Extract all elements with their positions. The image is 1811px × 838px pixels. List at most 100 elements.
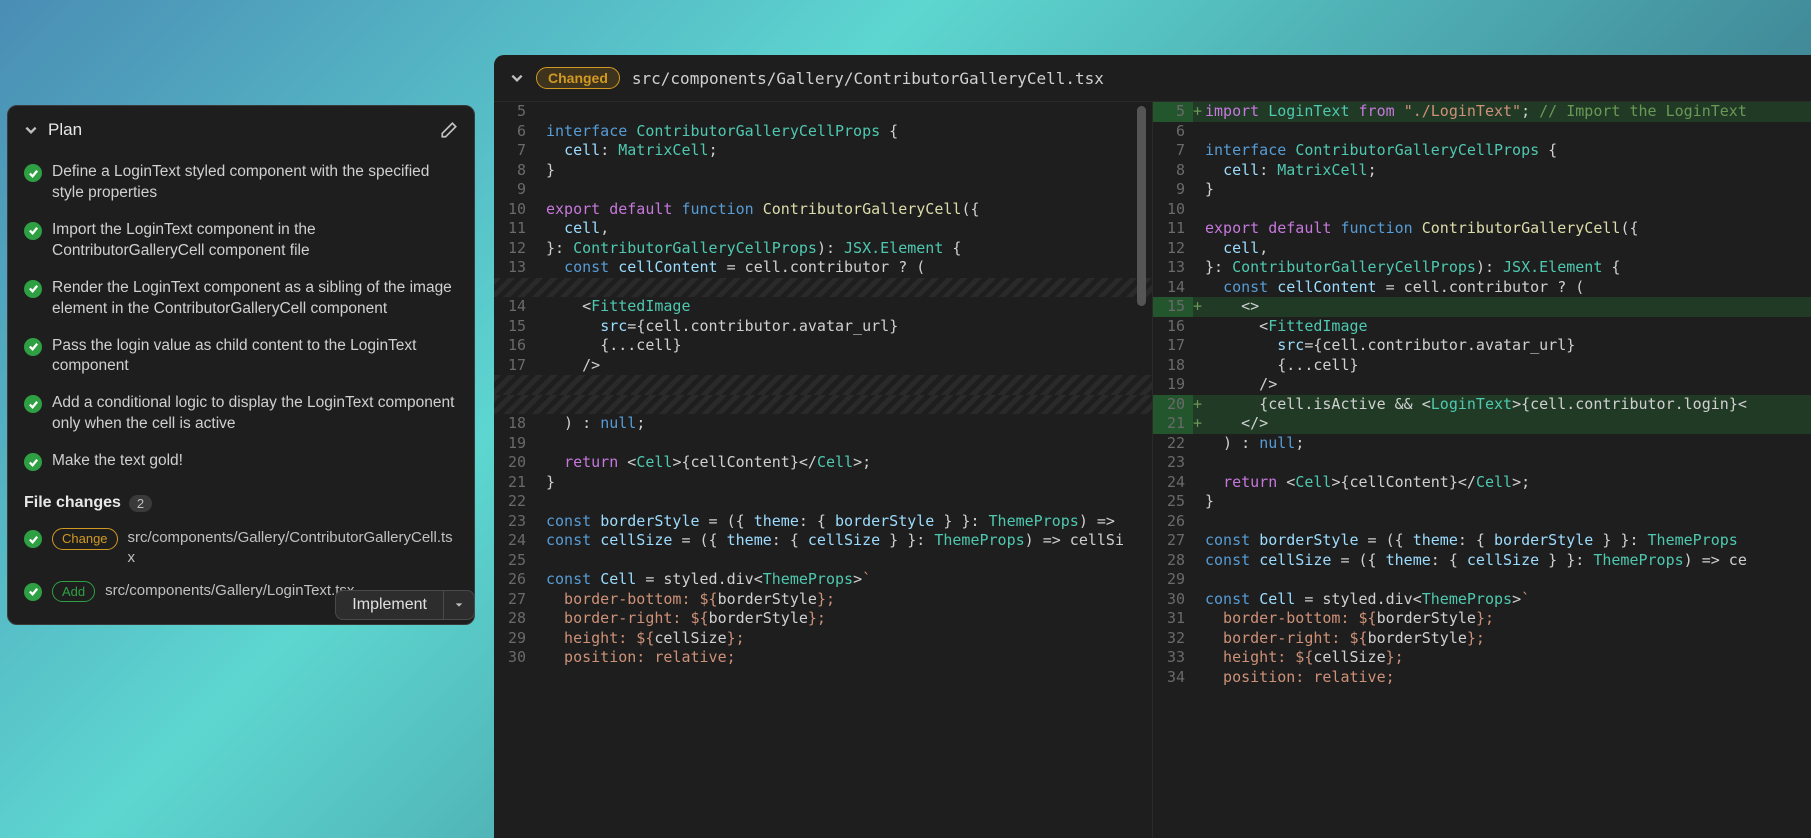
diff-right-pane[interactable]: 5+import LoginText from "./LoginText"; /… [1153, 102, 1811, 838]
code-line: 28 border-right: ${borderStyle}; [494, 609, 1152, 629]
check-icon [24, 338, 42, 356]
code-content: import LoginText from "./LoginText"; // … [1205, 102, 1811, 122]
file-change-item[interactable]: Changesrc/components/Gallery/Contributor… [24, 522, 458, 575]
diff-marker [1193, 180, 1205, 200]
diff-marker [1193, 570, 1205, 590]
diff-marker [1193, 492, 1205, 512]
code-content [546, 278, 1152, 298]
diff-marker [534, 356, 546, 376]
check-icon [24, 280, 42, 298]
code-line: 10 [1153, 200, 1811, 220]
line-number: 10 [494, 200, 534, 220]
line-number: 22 [494, 492, 534, 512]
code-content: const borderStyle = ({ theme: { borderSt… [546, 512, 1152, 532]
line-number: 16 [1153, 317, 1193, 337]
code-line [494, 278, 1152, 298]
line-number: 25 [1153, 492, 1193, 512]
code-content: position: relative; [1205, 668, 1811, 688]
code-content: <FittedImage [546, 297, 1152, 317]
diff-marker [534, 473, 546, 493]
changed-badge: Changed [536, 67, 620, 89]
chevron-down-icon[interactable] [24, 123, 38, 137]
line-number: 34 [1153, 668, 1193, 688]
diff-marker [1193, 122, 1205, 142]
plan-item[interactable]: Pass the login value as child content to… [24, 328, 458, 386]
code-line: 5 [494, 102, 1152, 122]
code-content: <> [1205, 297, 1811, 317]
code-content [1205, 200, 1811, 220]
code-line: 12}: ContributorGalleryCellProps): JSX.E… [494, 239, 1152, 259]
chevron-down-icon[interactable] [510, 71, 524, 85]
line-number: 12 [494, 239, 534, 259]
diff-marker [1193, 590, 1205, 610]
plan-item[interactable]: Import the LoginText component in the Co… [24, 212, 458, 270]
code-line: 13}: ContributorGalleryCellProps): JSX.E… [1153, 258, 1811, 278]
line-number: 17 [494, 356, 534, 376]
line-number: 15 [1153, 297, 1193, 317]
code-line: 18 {...cell} [1153, 356, 1811, 376]
code-line: 16 {...cell} [494, 336, 1152, 356]
plan-item-text: Import the LoginText component in the Co… [52, 220, 458, 262]
diff-marker [534, 219, 546, 239]
code-content: } [546, 161, 1152, 181]
line-number [494, 375, 534, 395]
code-line: 28const cellSize = ({ theme: { cellSize … [1153, 551, 1811, 571]
plan-item[interactable]: Render the LoginText component as a sibl… [24, 270, 458, 328]
diff-marker [534, 453, 546, 473]
code-line: 27 border-bottom: ${borderStyle}; [494, 590, 1152, 610]
diff-marker [1193, 356, 1205, 376]
diff-marker [1193, 200, 1205, 220]
diff-left-pane[interactable]: 5 6interface ContributorGalleryCellProps… [494, 102, 1153, 838]
line-number: 5 [1153, 102, 1193, 122]
diff-marker [1193, 609, 1205, 629]
code-line: 13 const cellContent = cell.contributor … [494, 258, 1152, 278]
diff-marker [534, 161, 546, 181]
plan-title: Plan [48, 120, 430, 140]
line-number: 15 [494, 317, 534, 337]
line-number: 19 [494, 434, 534, 454]
line-number: 18 [1153, 356, 1193, 376]
line-number: 16 [494, 336, 534, 356]
code-line: 15 src={cell.contributor.avatar_url} [494, 317, 1152, 337]
plan-item[interactable]: Make the text gold! [24, 443, 458, 480]
implement-row: Implement [7, 590, 475, 620]
code-line: 22 ) : null; [1153, 434, 1811, 454]
line-number: 19 [1153, 375, 1193, 395]
code-line: 24 return <Cell>{cellContent}</Cell>; [1153, 473, 1811, 493]
line-number: 9 [1153, 180, 1193, 200]
line-number: 7 [1153, 141, 1193, 161]
code-content: {...cell} [1205, 356, 1811, 376]
line-number: 14 [1153, 278, 1193, 298]
code-line: 31 border-bottom: ${borderStyle}; [1153, 609, 1811, 629]
code-line: 21+ </> [1153, 414, 1811, 434]
code-content: {...cell} [546, 336, 1152, 356]
code-line: 29 [1153, 570, 1811, 590]
implement-dropdown[interactable] [444, 590, 475, 620]
code-content: cell: MatrixCell; [546, 141, 1152, 161]
plan-item[interactable]: Add a conditional logic to display the L… [24, 385, 458, 443]
line-number: 30 [1153, 590, 1193, 610]
code-line: 19 [494, 434, 1152, 454]
code-line: 14 const cellContent = cell.contributor … [1153, 278, 1811, 298]
code-line: 20 return <Cell>{cellContent}</Cell>; [494, 453, 1152, 473]
line-number: 32 [1153, 629, 1193, 649]
code-line: 10export default function ContributorGal… [494, 200, 1152, 220]
line-number: 29 [1153, 570, 1193, 590]
code-line: 8} [494, 161, 1152, 181]
line-number: 33 [1153, 648, 1193, 668]
line-number: 27 [1153, 531, 1193, 551]
edit-icon[interactable] [440, 121, 458, 139]
code-line: 6 [1153, 122, 1811, 142]
diff-marker [1193, 161, 1205, 181]
plan-item[interactable]: Define a LoginText styled component with… [24, 154, 458, 212]
code-line: 6interface ContributorGalleryCellProps { [494, 122, 1152, 142]
code-content: cell, [546, 219, 1152, 239]
code-line: 17 src={cell.contributor.avatar_url} [1153, 336, 1811, 356]
diff-marker [1193, 141, 1205, 161]
implement-button[interactable]: Implement [335, 590, 444, 620]
file-change-badge: Change [52, 528, 118, 550]
scrollbar-thumb[interactable] [1137, 106, 1146, 306]
code-content: const cellSize = ({ theme: { cellSize } … [546, 531, 1152, 551]
diff-marker [1193, 219, 1205, 239]
diff-marker [534, 551, 546, 571]
